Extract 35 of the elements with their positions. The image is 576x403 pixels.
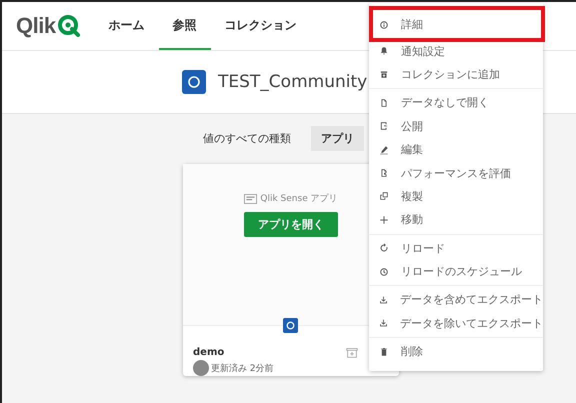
menu-item-icon <box>379 46 389 56</box>
app-type-label: Qlik Sense アプリ <box>260 192 338 205</box>
nav-tab[interactable]: ホーム <box>94 2 159 50</box>
menu-item-icon <box>379 266 389 277</box>
menu-item-icon <box>379 294 388 305</box>
filter-tab[interactable]: 値のすべての種類 <box>193 126 301 151</box>
open-app-button[interactable]: アプリを開く <box>244 212 338 237</box>
menu-item-icon <box>379 214 389 225</box>
menu-item[interactable]: 詳細 <box>373 13 541 36</box>
menu-item[interactable]: 編集 <box>369 138 543 162</box>
menu-item-icon <box>379 168 389 178</box>
space-title: TEST_Community <box>218 72 368 92</box>
menu-item-icon <box>379 121 389 132</box>
nav-tab[interactable]: コレクション <box>210 2 311 50</box>
app-badge-icon <box>283 318 298 333</box>
menu-item[interactable]: 公開 <box>369 114 543 138</box>
app-name: demo <box>193 347 224 358</box>
updated-time: 更新済み 2分前 <box>211 362 274 374</box>
menu-item[interactable]: 通知設定 <box>369 39 543 63</box>
menu-item-icon <box>379 98 389 108</box>
menu-item-icon <box>379 20 389 30</box>
menu-item[interactable]: データなしで開く <box>369 91 543 115</box>
menu-item-icon <box>379 346 389 357</box>
avatar <box>193 360 209 376</box>
menu-item-icon <box>379 243 389 254</box>
add-to-collection-icon[interactable] <box>345 345 359 359</box>
filter-tab[interactable]: アプリ <box>311 126 364 151</box>
menu-item-icon <box>379 69 389 80</box>
menu-item[interactable]: コレクションに追加 <box>369 62 543 86</box>
qlik-logo: Qlik <box>16 13 81 39</box>
space-icon <box>182 70 206 94</box>
app-type-icon <box>244 194 258 204</box>
menu-item-icon <box>379 318 388 328</box>
menu-item-icon <box>379 191 389 202</box>
menu-item-icon <box>379 144 389 155</box>
